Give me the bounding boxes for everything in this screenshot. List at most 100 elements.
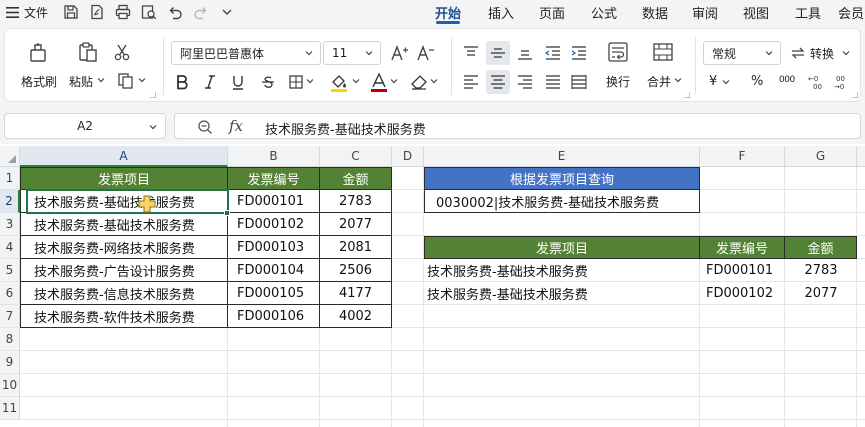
table-cell[interactable]: FD000101 bbox=[228, 190, 320, 213]
tab-member[interactable]: 会员 bbox=[834, 0, 865, 24]
result-cell[interactable]: 技术服务费-基础技术服务费 bbox=[424, 259, 700, 282]
decrease-indent-icon[interactable] bbox=[541, 41, 565, 65]
row-header[interactable]: 10 bbox=[0, 374, 20, 397]
row-header[interactable]: 11 bbox=[0, 397, 20, 420]
thousands-format-button[interactable]: 000 bbox=[779, 75, 795, 85]
column-header-b[interactable]: B bbox=[228, 146, 320, 167]
table-cell[interactable]: 2506 bbox=[320, 259, 392, 282]
column-header-h[interactable] bbox=[857, 146, 865, 167]
border-chevron-icon[interactable] bbox=[305, 74, 315, 88]
result-header-cell[interactable]: 金额 bbox=[785, 236, 857, 259]
column-header-f[interactable]: F bbox=[700, 146, 785, 167]
select-all-corner[interactable] bbox=[0, 146, 20, 167]
formula-content[interactable]: 技术服务费-基础技术服务费 bbox=[265, 119, 426, 138]
align-right-icon[interactable] bbox=[513, 70, 537, 94]
font-color-chevron-icon[interactable] bbox=[389, 74, 399, 88]
table-cell[interactable]: 2077 bbox=[320, 213, 392, 236]
tab-home[interactable]: 开始 bbox=[420, 0, 476, 24]
tab-insert[interactable]: 插入 bbox=[476, 0, 526, 24]
result-cell[interactable]: 2077 bbox=[785, 282, 857, 305]
row-header[interactable]: 2 bbox=[0, 190, 20, 213]
column-header-e[interactable]: E bbox=[424, 146, 700, 167]
tab-review[interactable]: 审阅 bbox=[680, 0, 730, 24]
justify-icon[interactable] bbox=[541, 70, 565, 94]
result-cell[interactable]: 技术服务费-基础技术服务费 bbox=[424, 282, 700, 305]
decrease-font-size-icon[interactable] bbox=[415, 41, 437, 65]
result-header-cell[interactable]: 发票编号 bbox=[700, 236, 785, 259]
hamburger-menu-icon[interactable] bbox=[0, 0, 24, 24]
row-header[interactable]: 5 bbox=[0, 259, 20, 282]
column-header-a[interactable]: A bbox=[20, 146, 228, 167]
table-cell[interactable]: FD000103 bbox=[228, 236, 320, 259]
row-header[interactable]: 9 bbox=[0, 351, 20, 374]
clipboard-launcher-icon[interactable] bbox=[149, 91, 157, 99]
copy-icon[interactable] bbox=[115, 71, 137, 91]
alignment-launcher-icon[interactable] bbox=[683, 91, 691, 99]
query-input-cell[interactable]: 0030002|技术服务费-基础技术服务费 bbox=[424, 190, 700, 213]
strikethrough-icon[interactable] bbox=[257, 71, 279, 93]
table-cell[interactable]: 技术服务费-信息技术服务费 bbox=[20, 282, 228, 305]
row-header[interactable]: 8 bbox=[0, 328, 20, 351]
underline-icon[interactable] bbox=[227, 71, 249, 93]
table-cell[interactable]: 2081 bbox=[320, 236, 392, 259]
formula-input[interactable]: fx 技术服务费-基础技术服务费 bbox=[174, 113, 861, 139]
tab-formula[interactable]: 公式 bbox=[578, 0, 630, 24]
row-header[interactable]: 6 bbox=[0, 282, 20, 305]
file-menu[interactable]: 文件 bbox=[24, 4, 48, 21]
result-cell[interactable]: 2783 bbox=[785, 259, 857, 282]
row-header[interactable]: 4 bbox=[0, 236, 20, 259]
wrap-text-label[interactable]: 换行 bbox=[606, 73, 630, 90]
convert-chevron-icon[interactable] bbox=[841, 47, 851, 59]
border-icon[interactable] bbox=[285, 71, 307, 93]
fill-color-chevron-icon[interactable] bbox=[351, 74, 361, 88]
distributed-align-icon[interactable] bbox=[567, 70, 591, 94]
decrease-decimal-icon[interactable]: 00 →0 bbox=[833, 72, 855, 92]
align-left-icon[interactable] bbox=[459, 70, 483, 94]
merge-chevron-icon[interactable] bbox=[673, 74, 683, 86]
paste-label[interactable]: 粘贴 bbox=[69, 73, 93, 90]
name-box[interactable]: A2 bbox=[4, 113, 166, 139]
percent-format-button[interactable]: % bbox=[751, 74, 763, 89]
format-painter-icon[interactable] bbox=[25, 39, 51, 65]
align-center-icon[interactable] bbox=[486, 70, 510, 94]
export-pdf-icon[interactable] bbox=[84, 0, 110, 24]
tab-data[interactable]: 数据 bbox=[630, 0, 680, 24]
table-cell[interactable]: FD000102 bbox=[228, 213, 320, 236]
table-cell[interactable]: FD000104 bbox=[228, 259, 320, 282]
number-launcher-icon[interactable] bbox=[851, 91, 859, 99]
font-size-select[interactable]: 11 bbox=[323, 41, 381, 65]
fill-color-icon[interactable] bbox=[327, 71, 351, 93]
paste-chevron-icon[interactable] bbox=[96, 74, 106, 86]
table-cell[interactable]: 技术服务费-广告设计服务费 bbox=[20, 259, 228, 282]
currency-format-button[interactable]: ¥ bbox=[709, 74, 717, 89]
worksheet-grid[interactable]: A B C D E F G 1 2 3 4 5 6 7 8 9 10 11 发票… bbox=[0, 146, 865, 427]
result-cell[interactable]: FD000101 bbox=[700, 259, 785, 282]
wrap-text-icon[interactable] bbox=[605, 39, 631, 65]
row-header[interactable]: 7 bbox=[0, 305, 20, 328]
number-format-select[interactable]: 常规 bbox=[703, 41, 781, 65]
font-name-select[interactable]: 阿里巴巴普惠体 bbox=[171, 41, 321, 65]
save-icon[interactable] bbox=[58, 0, 84, 24]
column-header-g[interactable]: G bbox=[785, 146, 857, 167]
result-header-cell[interactable]: 发票项目 bbox=[424, 236, 700, 259]
table-cell[interactable]: 技术服务费-基础技术服务费 bbox=[20, 190, 228, 213]
row-header[interactable]: 3 bbox=[0, 213, 20, 236]
row-header[interactable]: 1 bbox=[0, 167, 20, 190]
table-header-cell[interactable]: 发票项目 bbox=[20, 167, 228, 190]
increase-font-size-icon[interactable] bbox=[389, 41, 411, 65]
bold-icon[interactable] bbox=[171, 71, 193, 93]
table-cell[interactable]: 技术服务费-网络技术服务费 bbox=[20, 236, 228, 259]
format-painter-label[interactable]: 格式刷 bbox=[21, 73, 57, 90]
convert-icon[interactable] bbox=[789, 41, 807, 65]
copy-chevron-icon[interactable] bbox=[137, 74, 147, 86]
zoom-icon[interactable] bbox=[197, 119, 213, 135]
currency-chevron-icon[interactable] bbox=[721, 76, 731, 88]
table-cell[interactable]: 技术服务费-基础技术服务费 bbox=[20, 213, 228, 236]
table-cell[interactable]: 技术服务费-软件技术服务费 bbox=[20, 305, 228, 328]
query-title-cell[interactable]: 根据发票项目查询 bbox=[424, 167, 700, 190]
redo-icon[interactable] bbox=[188, 0, 214, 24]
print-icon[interactable] bbox=[110, 0, 136, 24]
align-middle-icon[interactable] bbox=[486, 41, 510, 65]
convert-label[interactable]: 转换 bbox=[810, 45, 834, 62]
quick-access-chevron-icon[interactable] bbox=[214, 0, 240, 24]
